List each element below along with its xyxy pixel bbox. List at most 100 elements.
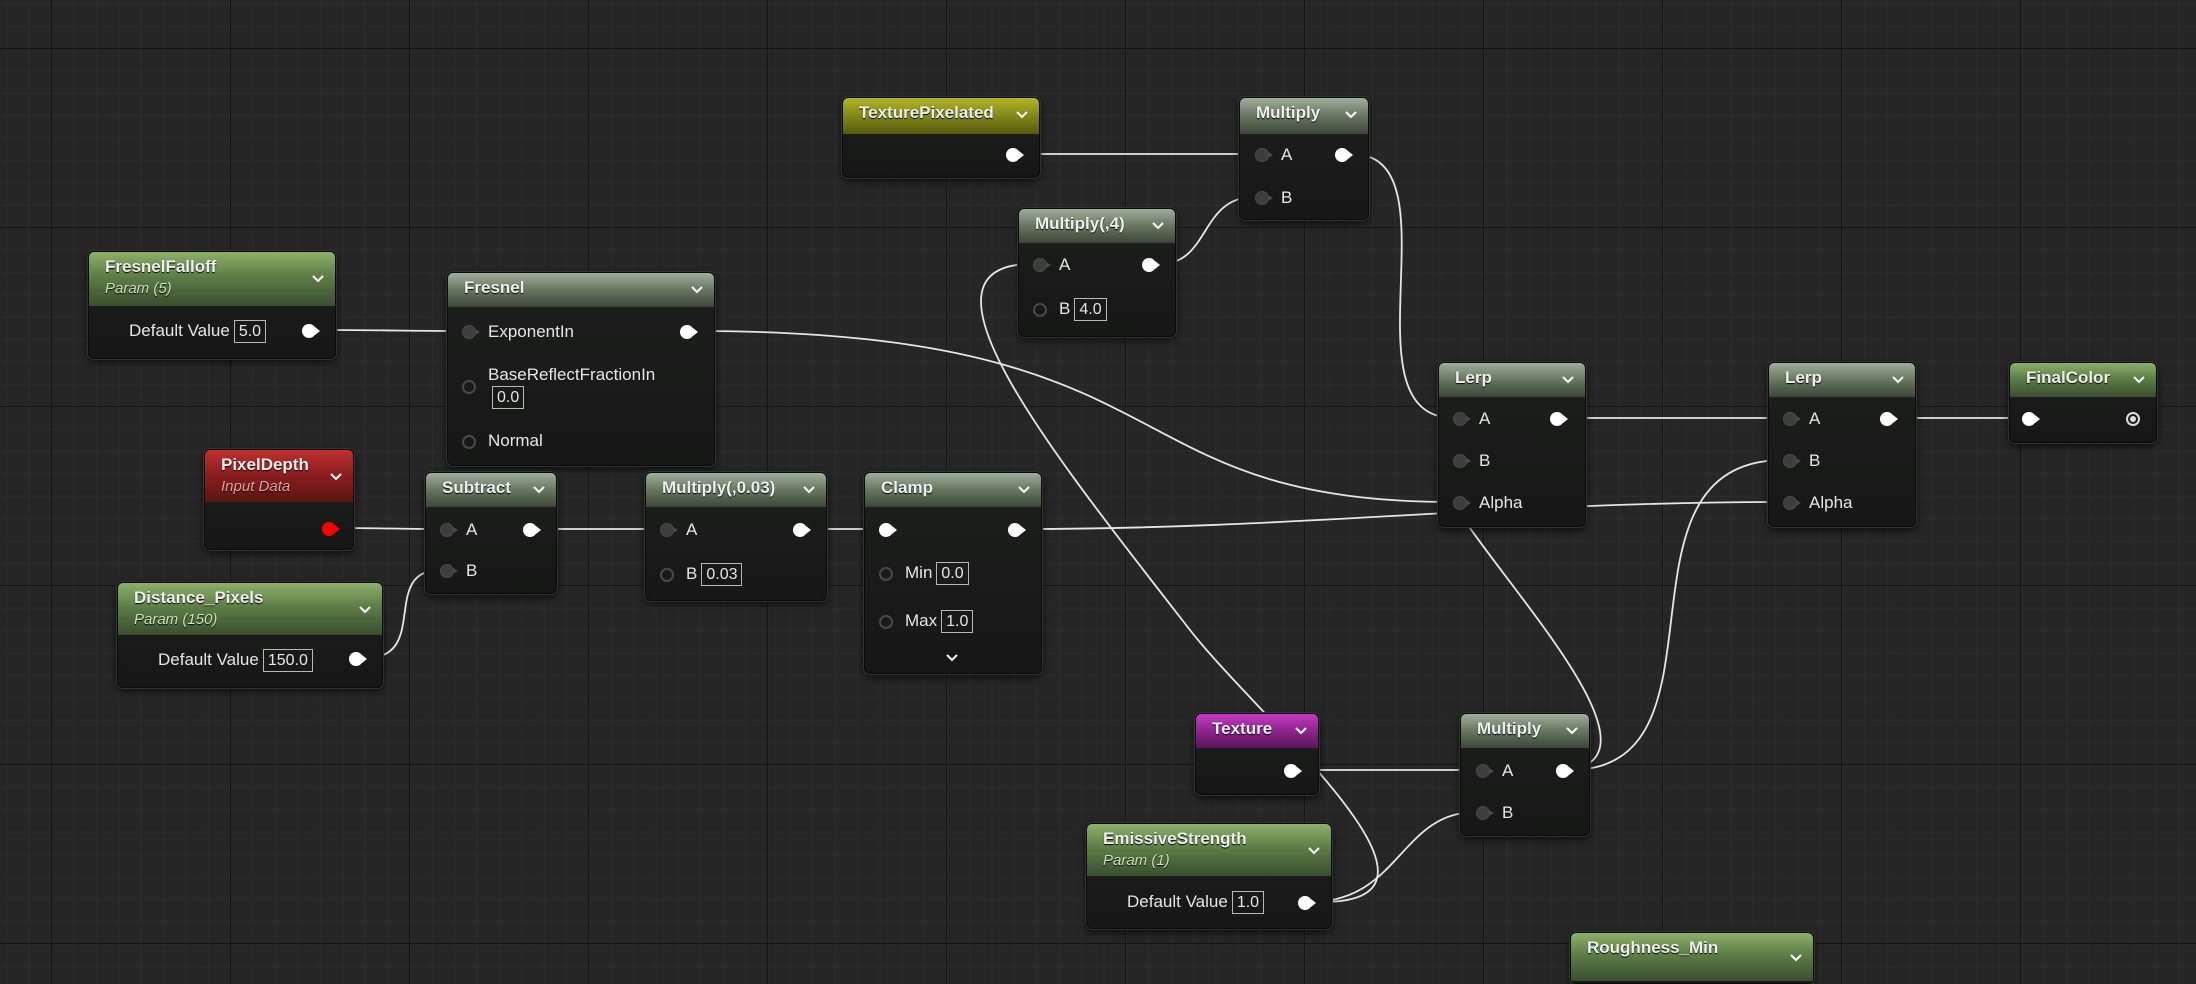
b-value-input[interactable]: 0.03	[701, 563, 743, 586]
b-value-input[interactable]: 4.0	[1074, 298, 1107, 321]
output-pin-icon[interactable]	[1550, 412, 1568, 426]
input-pin-icon[interactable]	[1783, 496, 1801, 510]
input-pin-icon[interactable]	[1033, 303, 1047, 317]
node-subtitle: Param (5)	[105, 280, 172, 297]
chevron-down-icon[interactable]	[532, 483, 546, 497]
node-roughness-min[interactable]: Roughness_Min	[1570, 932, 1814, 984]
output-pin-icon[interactable]	[1006, 148, 1024, 162]
default-value-row: Default Value 150.0	[158, 649, 313, 672]
output-pin-icon[interactable]	[1008, 523, 1026, 537]
node-fresnel[interactable]: Fresnel ExponentIn BaseReflectFractionIn…	[447, 272, 715, 466]
chevron-down-icon[interactable]	[1891, 373, 1905, 387]
chevron-down-icon[interactable]	[1565, 724, 1579, 738]
node-subtract[interactable]: Subtract A B	[425, 472, 557, 594]
chevron-down-icon[interactable]	[1151, 219, 1165, 233]
max-value-input[interactable]: 1.0	[941, 610, 974, 633]
pin-label-a: A	[1281, 145, 1293, 164]
node-title: Lerp	[1785, 368, 1822, 387]
default-value-label: Default Value	[129, 321, 230, 340]
node-title: Multiply(,0.03)	[662, 478, 776, 497]
default-value-input[interactable]: 5.0	[233, 320, 267, 343]
chevron-down-icon[interactable]	[1789, 951, 1803, 965]
chevron-down-icon[interactable]	[1344, 108, 1358, 122]
node-fresnel-falloff[interactable]: FresnelFalloff Param (5) Default Value 5.…	[88, 251, 336, 359]
output-pin-icon[interactable]	[1880, 412, 1898, 426]
output-pin-icon[interactable]	[302, 324, 320, 338]
output-pin-icon[interactable]	[523, 523, 541, 537]
wire-emissive-to-multiply-bottom-b	[1309, 811, 1477, 903]
node-final-color[interactable]: FinalColor	[2009, 362, 2157, 443]
chevron-down-icon[interactable]	[1015, 108, 1029, 122]
input-pin-icon[interactable]	[879, 567, 893, 581]
input-pin-icon[interactable]	[2022, 412, 2040, 426]
node-title: Roughness_Min	[1587, 938, 1719, 957]
output-pin-icon[interactable]	[349, 652, 367, 666]
input-pin-icon[interactable]	[1453, 412, 1471, 426]
output-pin-icon[interactable]	[793, 523, 811, 537]
node-lerp-2[interactable]: Lerp A B Alpha	[1768, 362, 1916, 527]
input-pin-icon[interactable]	[660, 523, 678, 537]
chevron-down-icon[interactable]	[311, 272, 325, 286]
node-multiply-bottom[interactable]: Multiply A B	[1460, 713, 1590, 836]
node-pixel-depth[interactable]: PixelDepth Input Data	[204, 449, 354, 550]
pin-label-b: B	[1809, 451, 1821, 470]
chevron-down-icon[interactable]	[329, 470, 343, 484]
chevron-down-icon[interactable]	[1561, 373, 1575, 387]
output-pin-icon[interactable]	[1556, 764, 1574, 778]
input-pin-icon[interactable]	[660, 568, 674, 582]
input-pin-icon[interactable]	[462, 435, 476, 449]
input-pin-icon[interactable]	[1783, 454, 1801, 468]
output-pin-icon[interactable]	[322, 522, 340, 536]
input-pin-icon[interactable]	[1453, 496, 1471, 510]
node-title: Multiply	[1477, 719, 1542, 738]
input-pin-icon[interactable]	[1783, 412, 1801, 426]
node-multiply-003[interactable]: Multiply(,0.03) A B 0.03	[645, 472, 827, 601]
expand-chevron-icon[interactable]	[945, 651, 959, 665]
pin-label-a: A	[1809, 409, 1821, 428]
input-pin-icon[interactable]	[1255, 191, 1273, 205]
chevron-down-icon[interactable]	[358, 603, 372, 617]
output-pin-icon[interactable]	[680, 325, 698, 339]
chevron-down-icon[interactable]	[1017, 483, 1031, 497]
input-pin-icon[interactable]	[879, 523, 897, 537]
node-title: FinalColor	[2026, 368, 2111, 387]
pin-label-a: A	[1059, 255, 1071, 274]
node-clamp[interactable]: Clamp Min 0.0 Max 1.0	[864, 472, 1042, 674]
result-pin-icon[interactable]	[2126, 412, 2140, 426]
node-texture-pixelated[interactable]: TexturePixelated	[842, 97, 1040, 178]
min-value-input[interactable]: 0.0	[936, 562, 969, 585]
input-pin-icon[interactable]	[440, 523, 458, 537]
node-multiply-4[interactable]: Multiply(,4) A B 4.0	[1018, 208, 1176, 337]
default-value-input[interactable]: 150.0	[262, 649, 313, 672]
min-label: Min	[905, 563, 933, 582]
input-pin-icon[interactable]	[462, 325, 480, 339]
output-pin-icon[interactable]	[1298, 896, 1316, 910]
node-distance-pixels[interactable]: Distance_Pixels Param (150) Default Valu…	[117, 582, 383, 688]
pin-label-b: B	[1281, 188, 1293, 207]
input-pin-icon[interactable]	[879, 615, 893, 629]
chevron-down-icon[interactable]	[1307, 844, 1321, 858]
input-pin-icon[interactable]	[440, 564, 458, 578]
node-texture[interactable]: Texture	[1195, 713, 1319, 795]
default-value-input[interactable]: 1.0	[1231, 891, 1265, 914]
node-emissive-strength[interactable]: EmissiveStrength Param (1) Default Value…	[1086, 823, 1332, 929]
chevron-down-icon[interactable]	[1294, 724, 1308, 738]
input-pin-icon[interactable]	[1453, 454, 1471, 468]
output-pin-icon[interactable]	[1142, 258, 1160, 272]
input-pin-icon[interactable]	[1476, 806, 1494, 820]
output-pin-icon[interactable]	[1284, 764, 1302, 778]
chevron-down-icon[interactable]	[2132, 373, 2146, 387]
chevron-down-icon[interactable]	[802, 483, 816, 497]
input-pin-icon[interactable]	[1255, 148, 1273, 162]
node-title: Multiply	[1256, 103, 1321, 122]
output-pin-icon[interactable]	[1335, 148, 1353, 162]
node-title: Multiply(,4)	[1035, 214, 1125, 233]
node-lerp-1[interactable]: Lerp A B Alpha	[1438, 362, 1586, 527]
node-multiply-top[interactable]: Multiply A B	[1239, 97, 1369, 220]
pin-label-normal: Normal	[488, 431, 543, 450]
input-pin-icon[interactable]	[462, 380, 476, 394]
base-reflect-input[interactable]: 0.0	[492, 386, 525, 409]
input-pin-icon[interactable]	[1033, 258, 1051, 272]
chevron-down-icon[interactable]	[690, 283, 704, 297]
input-pin-icon[interactable]	[1476, 764, 1494, 778]
